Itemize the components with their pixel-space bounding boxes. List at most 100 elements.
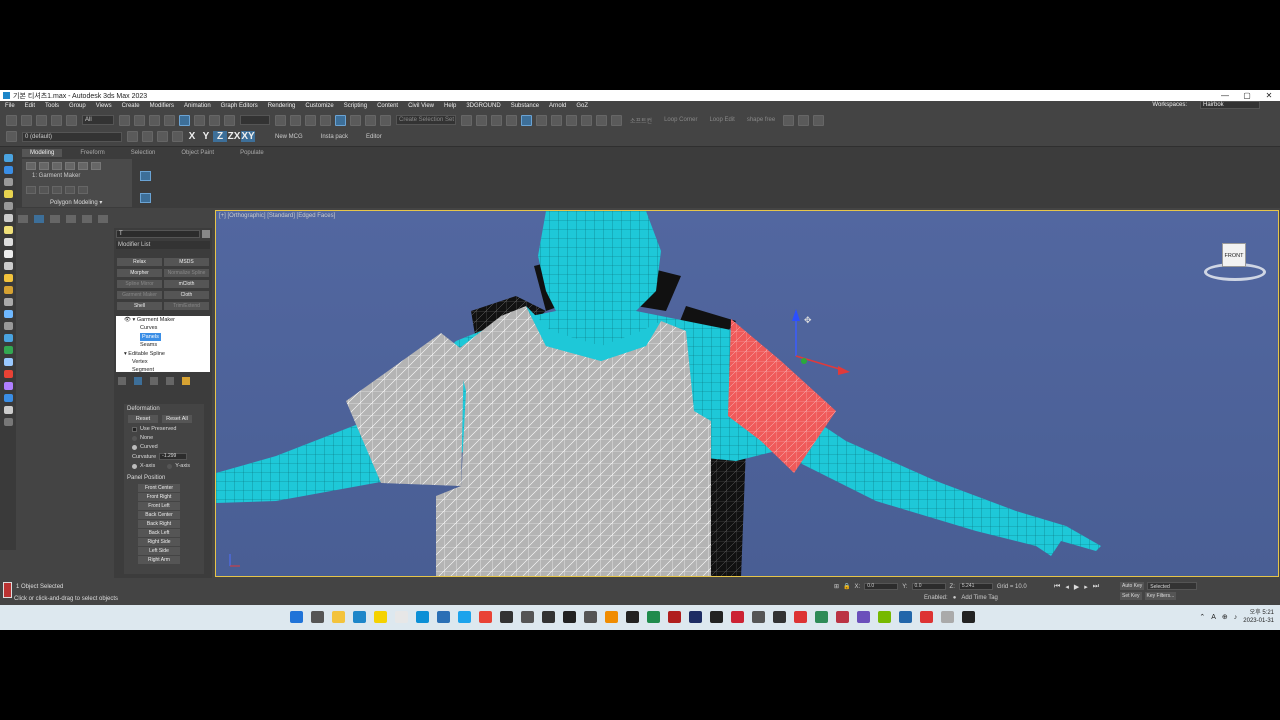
spinner-snap-icon[interactable]	[365, 114, 376, 126]
panel-position-button[interactable]: Left Side	[138, 547, 180, 555]
scale-icon[interactable]	[209, 114, 220, 126]
move-icon[interactable]	[179, 114, 190, 126]
prev-frame-icon[interactable]: ◂	[1065, 583, 1069, 591]
strip-help-icon[interactable]	[3, 418, 13, 426]
create-layer-icon[interactable]	[127, 131, 138, 142]
menu-goz[interactable]: GoZ	[576, 103, 588, 109]
taskbar-app-icon[interactable]	[773, 611, 786, 623]
taskbar-app-icon[interactable]	[353, 611, 366, 623]
taskbar-app-icon[interactable]	[437, 611, 450, 623]
modifier-button[interactable]: Cloth	[164, 291, 209, 299]
taskbar-app-icon[interactable]	[479, 611, 492, 623]
ribbon-tool-5-icon[interactable]	[78, 186, 88, 194]
strip-modify-icon[interactable]	[3, 166, 13, 174]
curved-radio[interactable]	[132, 444, 137, 450]
mirror-icon[interactable]	[461, 114, 472, 126]
snaps-toggle-icon[interactable]	[320, 114, 331, 126]
object-color-swatch[interactable]	[202, 230, 210, 238]
y-axis-radio[interactable]	[167, 463, 173, 469]
panel-position-button[interactable]: Back Right	[138, 520, 180, 528]
tab-object-paint[interactable]: Object Paint	[173, 149, 222, 157]
select-manipulate-icon[interactable]	[290, 114, 301, 126]
selected-dropdown[interactable]: Selected	[1147, 582, 1198, 590]
toggle-ribbon-icon[interactable]	[521, 114, 532, 126]
strip-link-icon[interactable]	[3, 394, 13, 402]
modifier-button[interactable]: Morpher	[117, 269, 162, 277]
panel-position-button[interactable]: Front Left	[138, 502, 180, 510]
show-end-result-icon[interactable]	[134, 377, 142, 385]
modifier-button[interactable]: Garment Maker	[117, 291, 162, 299]
taskbar-app-icon[interactable]	[311, 611, 324, 623]
grid-tool-3-icon[interactable]	[813, 114, 825, 126]
layer-dropdown[interactable]: 0 (default)	[22, 131, 122, 142]
utilities-tab-icon[interactable]	[98, 215, 108, 223]
rotate-icon[interactable]	[194, 114, 205, 126]
input-language[interactable]: A	[1211, 614, 1216, 621]
bind-spacewarp-icon[interactable]	[66, 114, 77, 126]
align-icon[interactable]	[476, 114, 487, 126]
strip-utilities-icon[interactable]	[3, 214, 13, 222]
stack-item[interactable]: Vertex	[116, 358, 210, 366]
add-to-layer-icon[interactable]	[142, 131, 153, 142]
coord-z-field[interactable]: 5.241	[958, 583, 993, 590]
taskbar-app-icon[interactable]	[647, 611, 660, 623]
taskbar-app-icon[interactable]	[605, 611, 618, 623]
x-axis-radio[interactable]	[132, 463, 137, 469]
ribbon-side-2-icon[interactable]	[140, 193, 151, 203]
tool-label-loop-corner[interactable]: Loop Corner	[664, 117, 697, 123]
taskbar-app-icon[interactable]	[836, 611, 849, 623]
menu-civil-view[interactable]: Civil View	[408, 103, 434, 109]
motion-tab-icon[interactable]	[66, 215, 76, 223]
pin-stack-icon[interactable]	[118, 377, 126, 385]
remove-modifier-icon[interactable]	[166, 377, 174, 385]
tool-label-shape-free[interactable]: shape free	[747, 117, 775, 123]
menu-modifiers[interactable]: Modifiers	[150, 103, 174, 109]
taskbar-app-icon[interactable]	[815, 611, 828, 623]
menu-content[interactable]: Content	[377, 103, 398, 109]
close-button[interactable]: ✕	[1258, 90, 1280, 101]
material-editor-icon[interactable]	[566, 114, 577, 126]
stack-item-toggle[interactable]: 👁 ▾	[124, 317, 137, 323]
strip-helper-icon[interactable]	[3, 310, 13, 318]
taskbar-app-icon[interactable]	[878, 611, 891, 623]
polygon-icon[interactable]	[78, 162, 88, 170]
stack-item[interactable]: ▾ Editable Spline	[116, 350, 210, 358]
menu-help[interactable]: Help	[444, 103, 456, 109]
strip-shapes-icon[interactable]	[3, 226, 13, 234]
selection-set-dropdown[interactable]: Create Selection Set	[396, 115, 456, 125]
enabled-toggle[interactable]: ●	[953, 595, 957, 601]
reset-all-button[interactable]: Reset All	[162, 415, 192, 423]
curvature-spinner[interactable]: -1.299	[159, 453, 188, 460]
panel-position-button[interactable]: Front Center	[138, 484, 180, 492]
clock[interactable]: 오후 5:21 2023-01-31	[1243, 609, 1274, 625]
stack-item[interactable]: Segment	[116, 366, 210, 372]
script-editor[interactable]: Editor	[366, 134, 382, 140]
polygon-modeling-dropdown[interactable]: Polygon Modeling ▾	[50, 199, 102, 206]
strip-hierarchy-icon[interactable]	[3, 178, 13, 186]
axis-y-button[interactable]: Y	[199, 131, 213, 142]
tray-chevron-icon[interactable]: ⌃	[1199, 613, 1205, 621]
display-tab-icon[interactable]	[82, 215, 92, 223]
modifier-button[interactable]: Trim/Extend	[164, 302, 209, 310]
strip-spacewarp-icon[interactable]	[3, 298, 13, 306]
strip-cone-icon[interactable]	[3, 262, 13, 270]
next-frame-icon[interactable]: ▸	[1084, 583, 1088, 591]
taskbar-app-icon[interactable]	[458, 611, 471, 623]
panel-position-button[interactable]: Right Arm	[138, 556, 180, 564]
selection-filter-dropdown[interactable]: All	[82, 115, 114, 125]
placement-icon[interactable]	[224, 114, 235, 126]
taskbar-app-icon[interactable]	[920, 611, 933, 623]
taskbar-app-icon[interactable]	[542, 611, 555, 623]
undo-icon[interactable]	[6, 114, 17, 126]
modifier-button[interactable]: MSDS	[164, 258, 209, 266]
make-unique-icon[interactable]	[150, 377, 158, 385]
ribbon-side-1-icon[interactable]	[140, 171, 151, 181]
menu-create[interactable]: Create	[122, 103, 140, 109]
taskbar-app-icon[interactable]	[710, 611, 723, 623]
taskbar-app-icon[interactable]	[395, 611, 408, 623]
scene-render[interactable]: ✥	[216, 211, 1279, 577]
edit-named-selection-icon[interactable]	[380, 114, 391, 126]
menu-3dground[interactable]: 3DGROUND	[466, 103, 500, 109]
volume-icon[interactable]: ♪	[1234, 614, 1238, 621]
start-icon[interactable]	[290, 611, 303, 623]
